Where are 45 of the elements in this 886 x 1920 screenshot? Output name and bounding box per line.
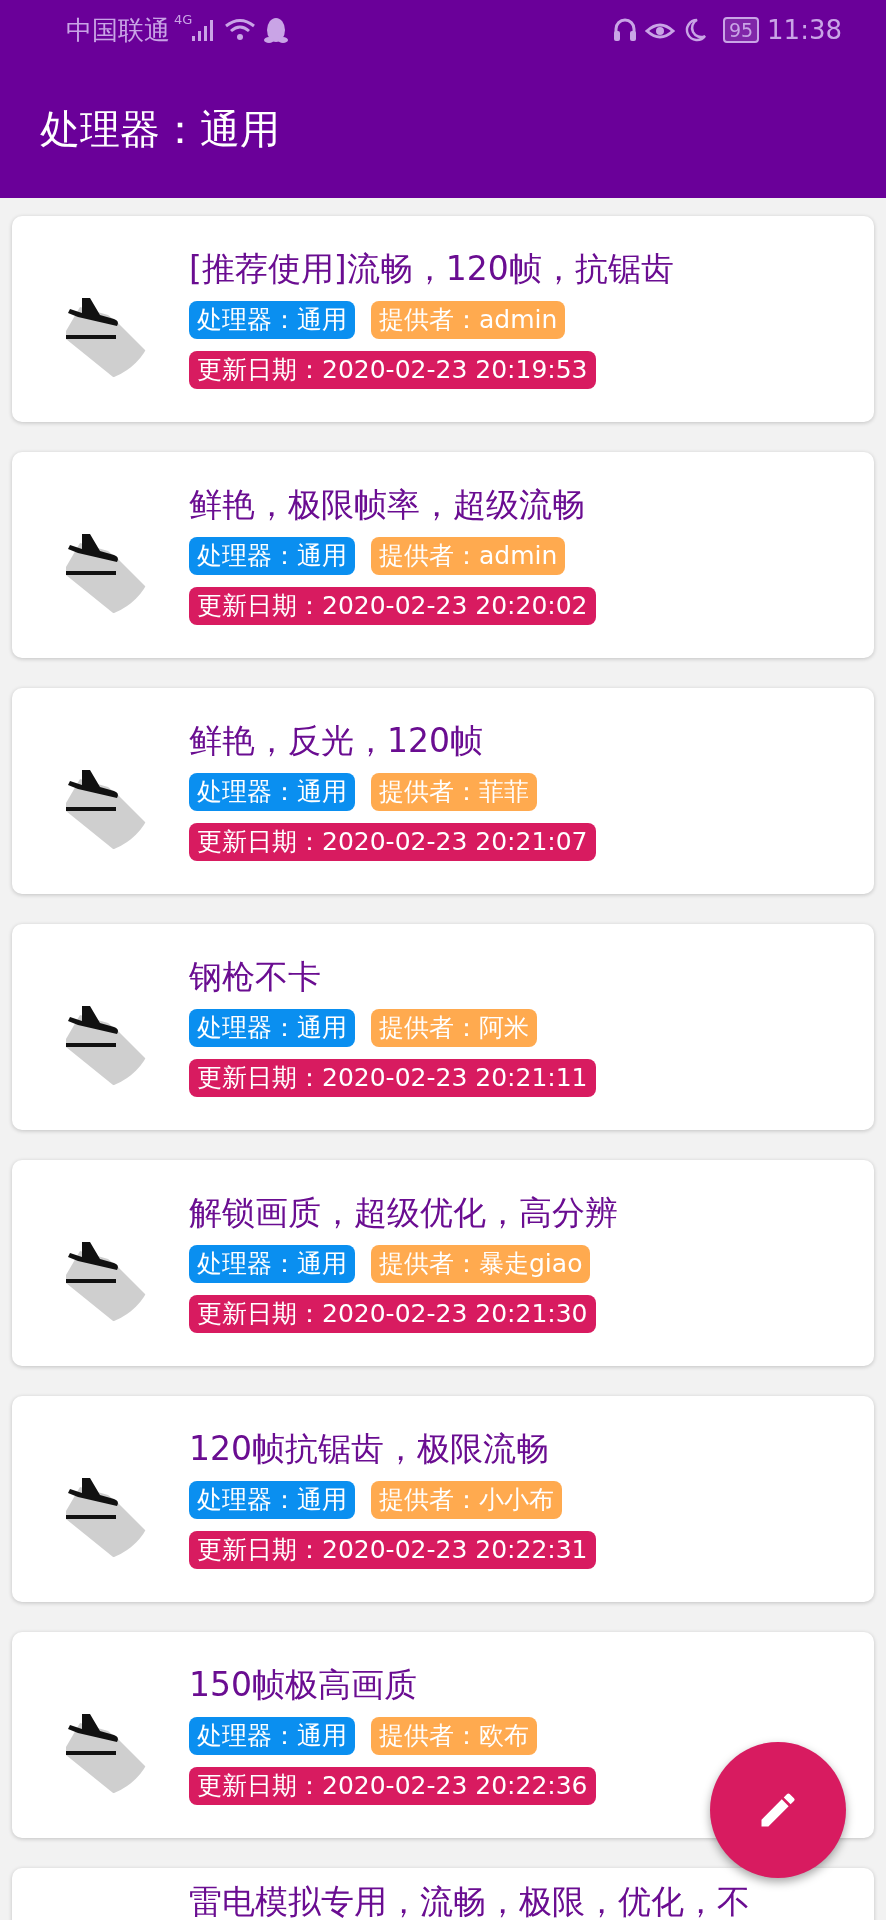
list-item-card[interactable]: 雷电模拟专用，流畅，极限，优化，不 [12, 1868, 874, 1920]
provider-tag: 提供者：欧布 [371, 1717, 537, 1755]
processor-tag: 处理器：通用 [189, 1009, 355, 1047]
update-date-tag: 更新日期：2020-02-23 20:21:07 [189, 823, 596, 861]
processor-tag: 处理器：通用 [189, 1717, 355, 1755]
app-bar-title: 处理器：通用 [40, 105, 280, 154]
update-date-tag: 更新日期：2020-02-23 20:20:02 [189, 587, 596, 625]
item-title: 雷电模拟专用，流畅，极限，优化，不 [189, 1882, 750, 1920]
processor-tag: 处理器：通用 [189, 1481, 355, 1519]
processor-tag: 处理器：通用 [189, 537, 355, 575]
processor-tag: 处理器：通用 [189, 301, 355, 339]
item-title: 150帧极高画质 [189, 1665, 418, 1705]
list-item-card[interactable]: 钢枪不卡 处理器：通用 提供者：阿米 更新日期：2020-02-23 20:21:11 [12, 924, 874, 1130]
carrier-text: 中国联通 [66, 13, 170, 47]
update-date-tag: 更新日期：2020-02-23 20:19:53 [189, 351, 596, 389]
item-title: 鲜艳，极限帧率，超级流畅 [189, 485, 586, 525]
list-item-card[interactable]: 解锁画质，超级优化，高分辨 处理器：通用 提供者：暴走giao 更新日期：2020-02-23 20:21:30 [12, 1160, 874, 1366]
provider-tag: 提供者：暴走giao [371, 1245, 591, 1283]
battery-icon: 95 [722, 17, 760, 43]
update-date-tag: 更新日期：2020-02-23 20:22:31 [189, 1531, 596, 1569]
provider-tag: 提供者：admin [371, 537, 566, 575]
processor-tag: 处理器：通用 [189, 1245, 355, 1283]
list-item-card[interactable]: 鲜艳，反光，120帧 处理器：通用 提供者：菲菲 更新日期：2020-02-23 20:21:07 [12, 688, 874, 894]
update-date-tag: 更新日期：2020-02-23 20:21:30 [189, 1295, 596, 1333]
item-title: 鲜艳，反光，120帧 [189, 721, 484, 761]
list-item-card[interactable]: 150帧极高画质 处理器：通用 提供者：欧布 更新日期：2020-02-23 20:22:36 [12, 1632, 874, 1838]
wifi-icon [224, 18, 257, 42]
list-item-card[interactable]: [推荐使用]流畅，120帧，抗锯齿 处理器：通用 提供者：admin 更新日期：2020-02-23 20:19:53 [12, 216, 874, 422]
item-title: 120帧抗锯齿，极限流畅 [189, 1429, 550, 1469]
update-date-tag: 更新日期：2020-02-23 20:22:36 [189, 1767, 596, 1805]
penguin-icon [264, 17, 289, 43]
update-date-tag: 更新日期：2020-02-23 20:21:11 [189, 1059, 596, 1097]
item-title: [推荐使用]流畅，120帧，抗锯齿 [189, 249, 674, 289]
headphones-icon [612, 17, 637, 43]
list-item-card[interactable]: 120帧抗锯齿，极限流畅 处理器：通用 提供者：小小布 更新日期：2020-02-23 20:22:31 [12, 1396, 874, 1602]
item-title: 解锁画质，超级优化，高分辨 [189, 1193, 618, 1233]
processor-tag: 处理器：通用 [189, 773, 355, 811]
provider-tag: 提供者：admin [371, 301, 566, 339]
network-type-text: 4G [174, 11, 193, 29]
clock-text: 11:38 [767, 13, 842, 47]
provider-tag: 提供者：阿米 [371, 1009, 537, 1047]
provider-tag: 提供者：菲菲 [371, 773, 537, 811]
provider-tag: 提供者：小小布 [371, 1481, 562, 1519]
item-title: 钢枪不卡 [189, 957, 322, 997]
list-item-card[interactable]: 鲜艳，极限帧率，超级流畅 处理器：通用 提供者：admin 更新日期：2020-02-23 20:20:02 [12, 452, 874, 658]
